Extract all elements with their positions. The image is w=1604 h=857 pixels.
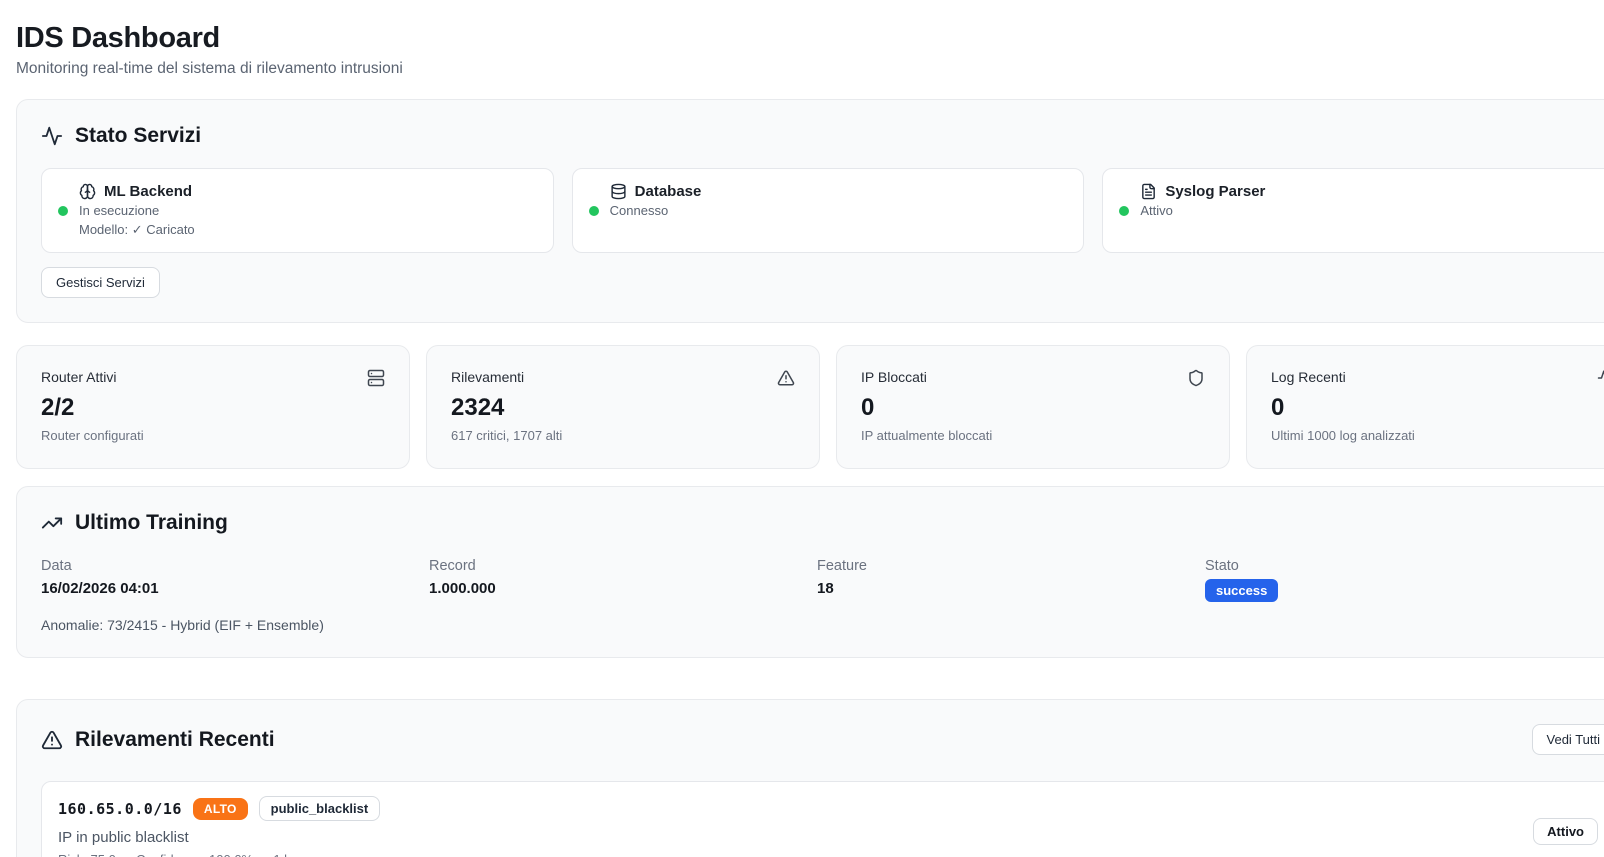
field-value: 16/02/2026 04:01 — [41, 578, 429, 599]
service-status: Attivo — [1140, 203, 1265, 218]
server-icon — [367, 369, 385, 387]
training-heading: Ultimo Training — [75, 511, 228, 535]
detection-row: 160.65.0.0/16 ALTO public_blacklist IP i… — [41, 781, 1604, 857]
stat-label: IP Bloccati — [861, 368, 927, 387]
service-name: Database — [635, 183, 702, 200]
field-value: 1.000.000 — [429, 578, 817, 599]
detection-meta: Risk: 75.0 — Confidence: 100.0% — 1 log — [58, 852, 1533, 857]
stat-card-rilevamenti: Rilevamenti 2324 617 critici, 1707 alti — [426, 345, 820, 469]
service-name: ML Backend — [104, 183, 192, 200]
manage-services-button[interactable]: Gestisci Servizi — [41, 267, 160, 298]
services-heading: Stato Servizi — [75, 124, 201, 148]
training-field-stato: Stato success — [1205, 557, 1593, 602]
service-item-ml-backend: ML Backend In esecuzione Modello: ✓ Cari… — [41, 168, 554, 253]
stat-value: 2/2 — [41, 393, 385, 423]
service-item-database: Database Connesso — [572, 168, 1085, 253]
field-label: Stato — [1205, 557, 1593, 576]
status-dot — [1119, 206, 1129, 216]
detections-heading: Rilevamenti Recenti — [75, 728, 275, 752]
services-card-header: Stato Servizi — [41, 124, 1604, 148]
training-field-record: Record 1.000.000 — [429, 557, 817, 602]
severity-badge: ALTO — [193, 798, 248, 820]
status-dot — [58, 206, 68, 216]
service-detail: Modello: ✓ Caricato — [79, 222, 195, 238]
status-dot — [589, 206, 599, 216]
field-label: Record — [429, 557, 817, 576]
stat-card-ip-bloccati: IP Bloccati 0 IP attualmente bloccati — [836, 345, 1230, 469]
stat-subtext: Ultimi 1000 log analizzati — [1271, 427, 1604, 444]
stat-subtext: IP attualmente bloccati — [861, 427, 1205, 444]
detections-card-header: Rilevamenti Recenti Vedi Tutti — [41, 724, 1604, 755]
stat-label: Log Recenti — [1271, 368, 1346, 387]
stats-row: Router Attivi 2/2 Router configurati Ril… — [16, 345, 1604, 469]
detection-state-badge: Attivo — [1533, 818, 1598, 845]
dashboard-page: IDS Dashboard Monitoring real-time del s… — [0, 0, 1604, 857]
file-text-icon — [1140, 183, 1157, 200]
field-label: Feature — [817, 557, 1205, 576]
service-status: Connesso — [610, 203, 702, 218]
training-field-data: Data 16/02/2026 04:01 — [41, 557, 429, 602]
detection-ip: 160.65.0.0/16 — [58, 800, 182, 818]
stat-value: 0 — [861, 393, 1205, 423]
training-card-header: Ultimo Training — [41, 511, 1604, 535]
service-status: In esecuzione — [79, 203, 195, 218]
stat-card-log-recenti: Log Recenti 0 Ultimi 1000 log analizzati — [1246, 345, 1604, 469]
training-footnote: Anomalie: 73/2415 - Hybrid (EIF + Ensemb… — [41, 617, 1604, 633]
detection-tag-badge: public_blacklist — [259, 796, 381, 821]
field-value: 18 — [817, 578, 1205, 599]
detection-description: IP in public blacklist — [58, 829, 1533, 846]
database-icon — [610, 183, 627, 200]
service-name: Syslog Parser — [1165, 183, 1265, 200]
activity-icon — [1597, 369, 1604, 387]
service-item-syslog-parser: Syslog Parser Attivo — [1102, 168, 1604, 253]
training-fields: Data 16/02/2026 04:01 Record 1.000.000 F… — [41, 557, 1604, 602]
stat-label: Router Attivi — [41, 368, 116, 387]
services-card: Stato Servizi ML Backend In esecuzione M… — [16, 99, 1604, 323]
status-badge: success — [1205, 579, 1278, 602]
stat-label: Rilevamenti — [451, 368, 524, 387]
services-grid: ML Backend In esecuzione Modello: ✓ Cari… — [41, 168, 1604, 253]
stat-subtext: 617 critici, 1707 alti — [451, 427, 795, 444]
training-card: Ultimo Training Data 16/02/2026 04:01 Re… — [16, 486, 1604, 658]
training-field-feature: Feature 18 — [817, 557, 1205, 602]
page-subtitle: Monitoring real-time del sistema di rile… — [16, 60, 1604, 78]
shield-icon — [1187, 369, 1205, 387]
alert-triangle-icon — [777, 369, 795, 387]
stat-subtext: Router configurati — [41, 427, 385, 444]
page-title: IDS Dashboard — [16, 22, 1604, 55]
trending-up-icon — [41, 512, 63, 534]
activity-icon — [41, 125, 63, 147]
stat-card-router-attivi: Router Attivi 2/2 Router configurati — [16, 345, 410, 469]
view-all-button[interactable]: Vedi Tutti — [1532, 724, 1604, 755]
field-label: Data — [41, 557, 429, 576]
brain-icon — [79, 183, 96, 200]
alert-triangle-icon — [41, 729, 63, 751]
detections-card: Rilevamenti Recenti Vedi Tutti 160.65.0.… — [16, 699, 1604, 857]
stat-value: 2324 — [451, 393, 795, 423]
stat-value: 0 — [1271, 393, 1604, 423]
